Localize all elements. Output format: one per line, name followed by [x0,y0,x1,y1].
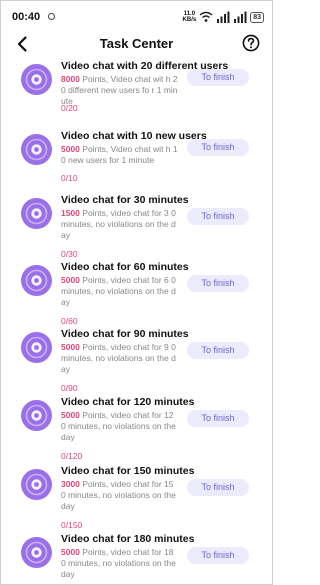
task-title: Video chat for 90 minutes [61,328,189,340]
cell-signal-icon [217,11,230,23]
task-item: Video chat with 20 different users 8000 … [1,57,272,129]
video-chat-icon [21,134,52,165]
video-chat-icon [21,198,52,229]
task-points: 5000 [61,144,80,154]
task-description: 1500 Points, video chat for 3 0 minutes,… [61,208,179,241]
task-progress: 0/150 [61,520,83,530]
video-chat-icon [21,265,52,296]
to-finish-button[interactable]: To finish [187,410,249,427]
task-title: Video chat for 180 minutes [61,533,195,545]
page-title: Task Center [99,36,174,51]
status-time: 00:40 [12,11,41,23]
task-points: 5000 [61,547,80,557]
task-points: 5000 [61,342,80,352]
task-description: 3000 Points, video chat for 15 0 minutes… [61,479,179,512]
task-item: Video chat for 150 minutes 3000 Points, … [1,462,272,534]
task-progress: 0/20 [61,103,78,113]
task-description: 5000 Points, video chat for 6 0 minutes,… [61,275,179,308]
wifi-icon [199,11,213,22]
task-list[interactable]: Video chat with 20 different users 8000 … [1,57,272,584]
task-progress: 0/120 [61,451,83,461]
task-title: Video chat for 30 minutes [61,194,189,206]
task-item: Video chat for 120 minutes 5000 Points, … [1,393,272,465]
task-description: 5000 Points, Video chat wit h 10 new use… [61,144,179,166]
battery-icon: 83 [250,11,264,23]
notification-dot-icon [48,13,55,20]
header: Task Center [1,31,272,57]
task-item: Video chat for 90 minutes 5000 Points, v… [1,325,272,397]
to-finish-button[interactable]: To finish [187,139,249,156]
task-title: Video chat for 120 minutes [61,396,195,408]
task-title: Video chat for 60 minutes [61,261,189,273]
video-chat-icon [21,64,52,95]
task-item: Video chat for 60 minutes 5000 Points, v… [1,258,272,330]
network-speed: 11.0 KB/s [182,11,197,23]
video-chat-icon [21,400,52,431]
task-item: Video chat for 180 minutes 5000 Points, … [1,530,272,584]
to-finish-button[interactable]: To finish [187,547,249,564]
video-chat-icon [21,332,52,363]
task-progress: 0/90 [61,383,78,393]
task-item: Video chat with 10 new users 5000 Points… [1,127,272,199]
video-chat-icon [21,469,52,500]
task-points: 5000 [61,410,80,420]
to-finish-button[interactable]: To finish [187,69,249,86]
task-points: 1500 [61,208,80,218]
task-title: Video chat for 150 minutes [61,465,195,477]
to-finish-button[interactable]: To finish [187,208,249,225]
task-points: 5000 [61,275,80,285]
status-bar: 00:40 11.0 KB/s 83 [1,1,272,35]
task-description: 8000 Points, Video chat wit h 20 differe… [61,74,179,107]
task-item: Video chat for 30 minutes 1500 Points, v… [1,191,272,263]
help-button[interactable] [242,34,260,52]
status-icons: 11.0 KB/s 83 [183,9,264,25]
to-finish-button[interactable]: To finish [187,342,249,359]
video-chat-icon [21,537,52,568]
to-finish-button[interactable]: To finish [187,479,249,496]
task-progress: 0/10 [61,173,78,183]
task-description: 5000 Points, video chat for 9 0 minutes,… [61,342,179,375]
task-points: 8000 [61,74,80,84]
cell-signal-2-icon [234,11,247,23]
to-finish-button[interactable]: To finish [187,275,249,292]
task-points: 3000 [61,479,80,489]
task-description: 5000 Points, video chat for 12 0 minutes… [61,410,179,443]
task-description: 5000 Points, video chat for 18 0 minutes… [61,547,179,580]
